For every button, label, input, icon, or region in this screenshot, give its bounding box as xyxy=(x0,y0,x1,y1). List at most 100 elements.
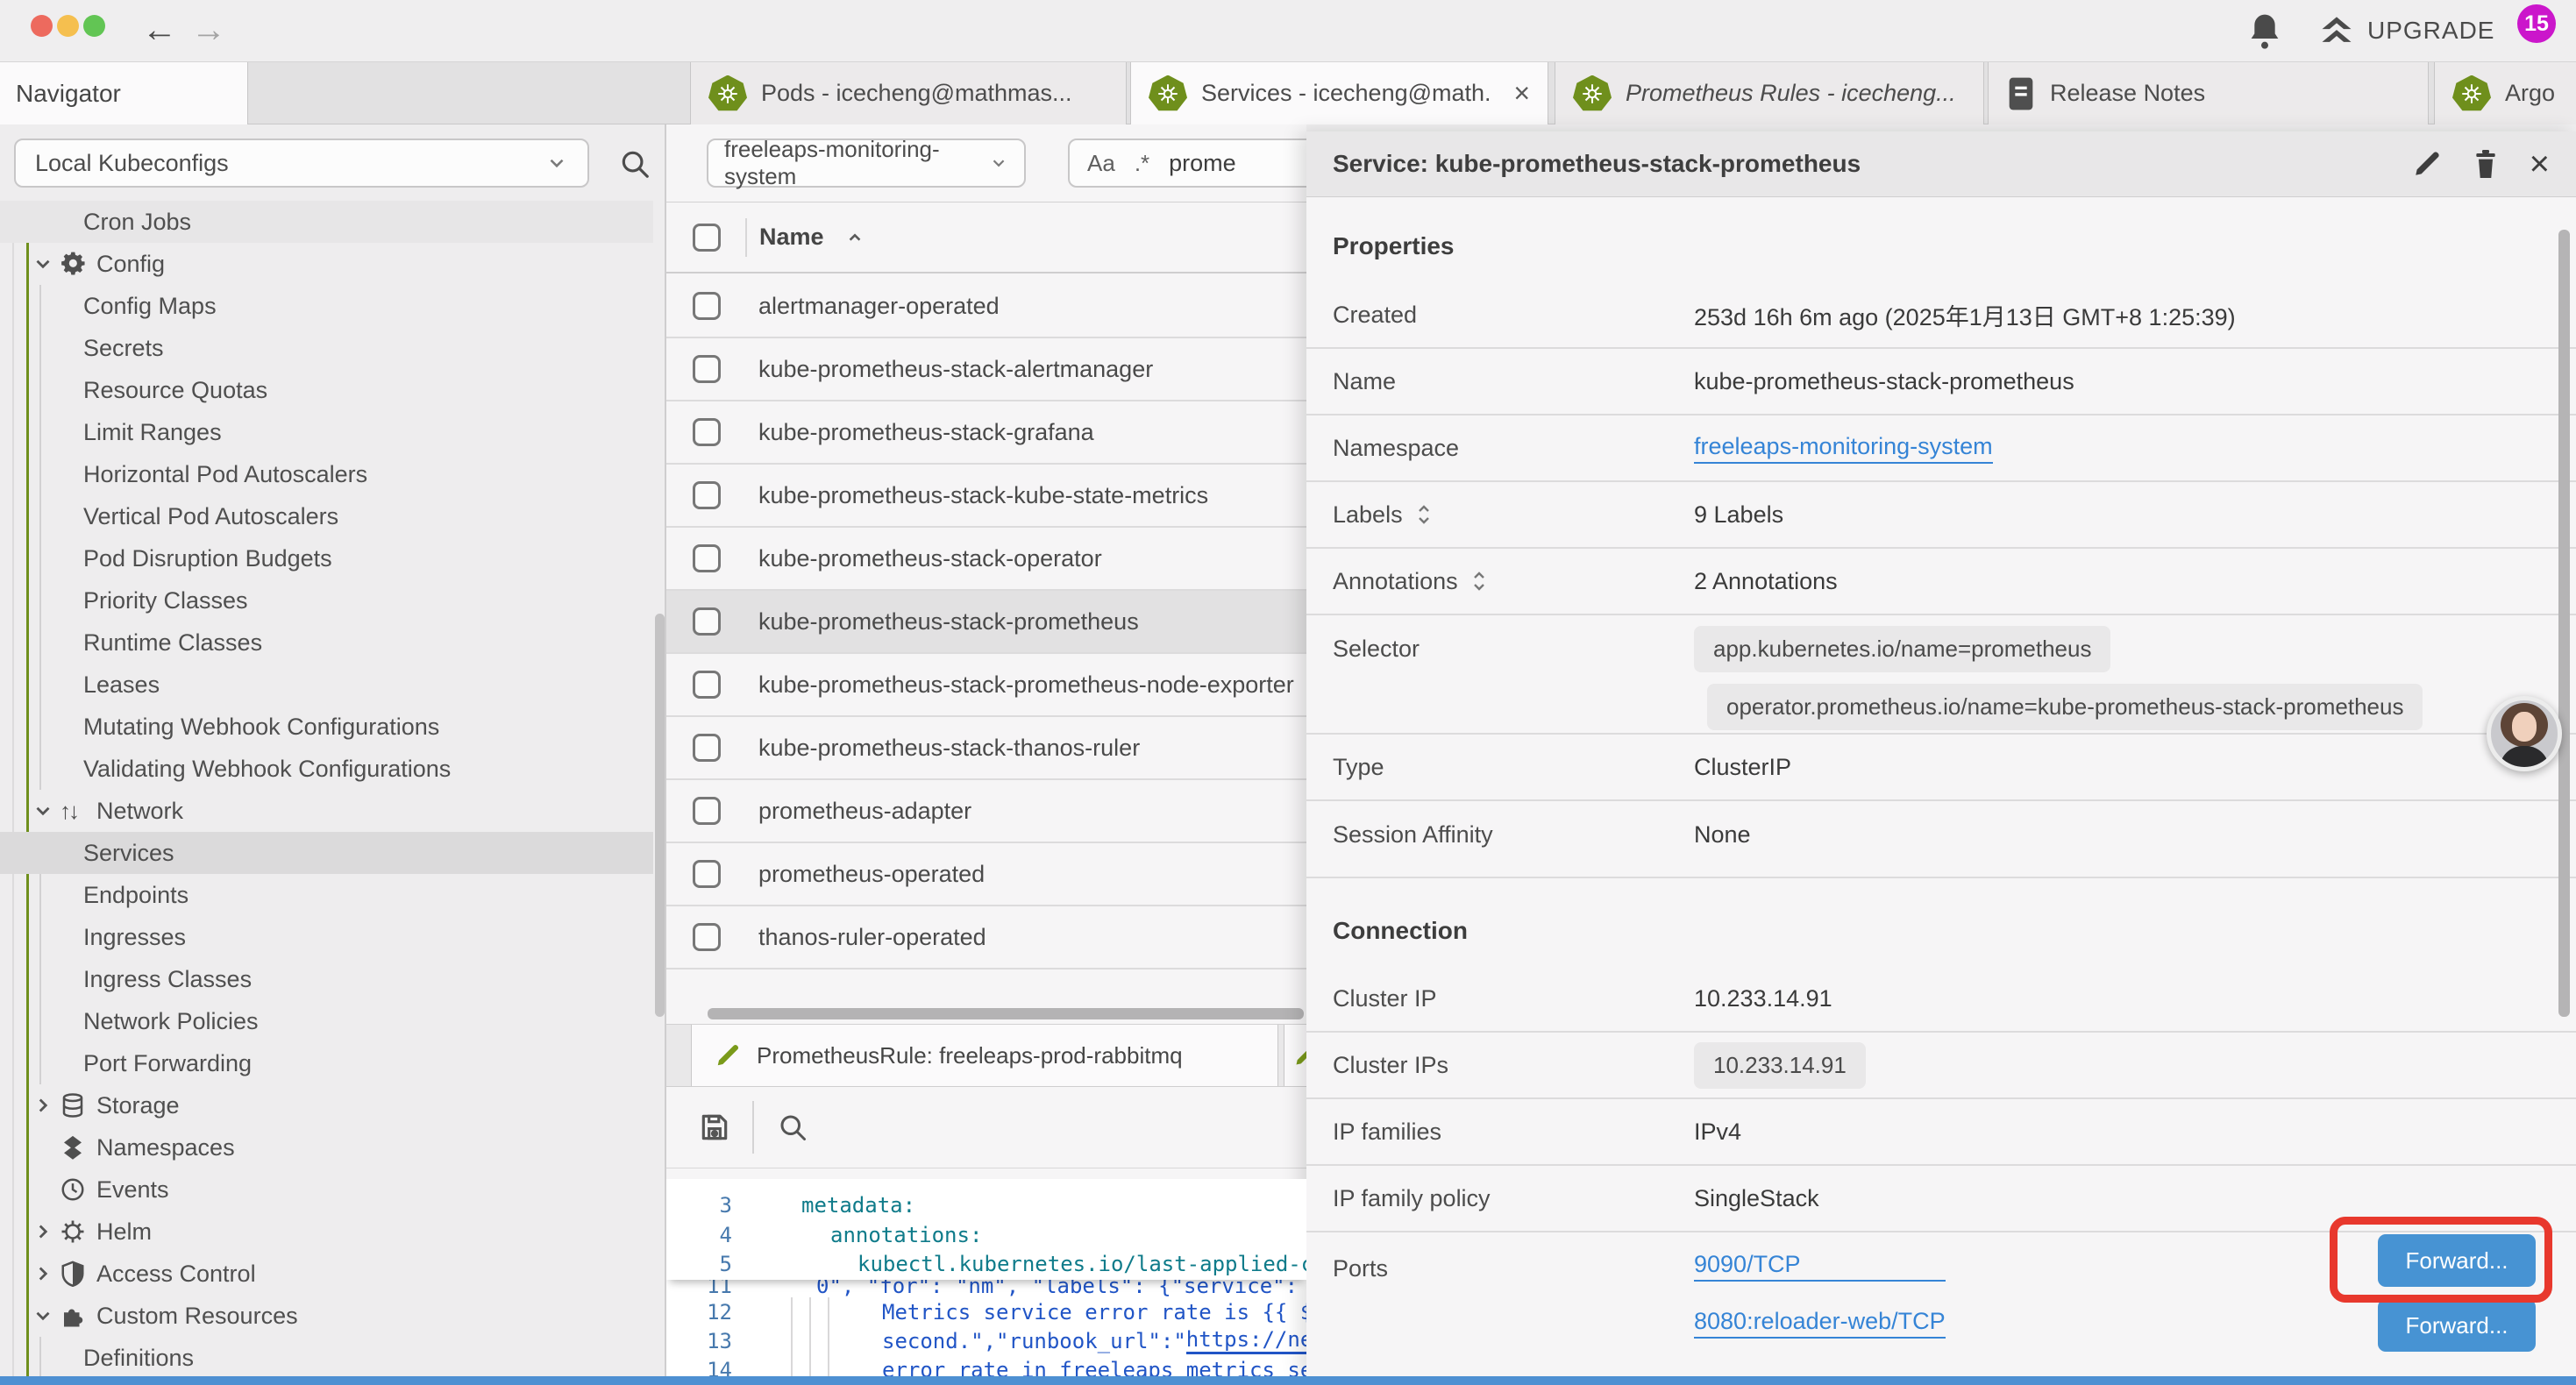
sidebar-item-config[interactable]: Config xyxy=(0,243,653,285)
sidebar-item-port-forwarding[interactable]: Port Forwarding xyxy=(0,1042,653,1084)
port-link-8080-reloader-web[interactable]: 8080:reloader-web/TCP xyxy=(1694,1308,1946,1339)
sidebar-item-leases[interactable]: Leases xyxy=(0,664,653,706)
match-case-icon[interactable]: Aa xyxy=(1087,150,1115,177)
sidebar-item-namespaces[interactable]: Namespaces xyxy=(0,1126,653,1168)
sidebar-item-priority-classes[interactable]: Priority Classes xyxy=(0,579,653,621)
runbook-url-link[interactable]: https://net xyxy=(1186,1327,1306,1354)
notification-count-badge[interactable]: 15 xyxy=(2517,4,2556,43)
sidebar-item-ingress-classes[interactable]: Ingress Classes xyxy=(0,958,653,1000)
table-row[interactable]: kube-prometheus-stack-kube-state-metrics xyxy=(666,465,1306,528)
table-row[interactable]: alertmanager-operated xyxy=(666,275,1306,338)
row-checkbox[interactable] xyxy=(693,734,721,762)
row-checkbox[interactable] xyxy=(693,418,721,446)
select-all-checkbox[interactable] xyxy=(693,224,721,252)
notifications-bell-icon[interactable] xyxy=(2247,11,2282,50)
edit-icon[interactable] xyxy=(2412,149,2442,179)
search-icon[interactable] xyxy=(618,147,651,181)
save-icon[interactable] xyxy=(698,1111,731,1144)
tab-pods[interactable]: Pods - icecheng@mathmas... xyxy=(690,62,1127,124)
row-checkbox[interactable] xyxy=(693,292,721,320)
forward-button[interactable]: → xyxy=(191,7,226,53)
forward-port-button[interactable]: Forward... xyxy=(2378,1299,2536,1352)
row-checkbox[interactable] xyxy=(693,355,721,383)
sort-ascending-icon[interactable] xyxy=(843,226,866,249)
sidebar-item-runtime-classes[interactable]: Runtime Classes xyxy=(0,621,653,664)
avatar[interactable] xyxy=(2487,696,2562,771)
table-row[interactable]: kube-prometheus-stack-prometheus-node-ex… xyxy=(666,654,1306,717)
table-row[interactable]: prometheus-operated xyxy=(666,843,1306,906)
row-checkbox[interactable] xyxy=(693,797,721,825)
sidebar-item-secrets[interactable]: Secrets xyxy=(0,327,653,369)
sidebar-item-validating-webhook-configurations[interactable]: Validating Webhook Configurations xyxy=(0,748,653,790)
sidebar-item-definitions[interactable]: Definitions xyxy=(0,1337,653,1376)
sidebar-item-access-control[interactable]: Access Control xyxy=(0,1253,653,1295)
sidebar-item-pod-disruption-budgets[interactable]: Pod Disruption Budgets xyxy=(0,537,653,579)
close-icon[interactable]: × xyxy=(2530,146,2550,181)
delete-icon[interactable] xyxy=(2472,148,2500,180)
table-row[interactable]: kube-prometheus-stack-alertmanager xyxy=(666,338,1306,401)
editor-tab-next[interactable] xyxy=(1284,1025,1306,1086)
table-row[interactable]: kube-prometheus-stack-grafana xyxy=(666,401,1306,465)
table-row[interactable]: kube-prometheus-stack-prometheus xyxy=(666,591,1306,654)
back-button[interactable]: ← xyxy=(142,7,177,53)
editor-search-icon[interactable] xyxy=(777,1112,808,1143)
namespace-link[interactable]: freeleaps-monitoring-system xyxy=(1694,433,1993,464)
maximize-window-button[interactable] xyxy=(83,15,105,37)
regex-icon[interactable]: .* xyxy=(1135,150,1149,177)
chevron-down-icon[interactable] xyxy=(32,252,60,275)
search-input[interactable]: Aa .* prome xyxy=(1068,138,1306,188)
tab-services[interactable]: Services - icecheng@math... × xyxy=(1130,62,1548,124)
chevron-down-icon[interactable] xyxy=(32,1304,60,1327)
chevron-right-icon[interactable] xyxy=(32,1220,60,1243)
close-tab-icon[interactable]: × xyxy=(1513,77,1530,110)
sidebar-item-services[interactable]: Services xyxy=(0,832,653,874)
sidebar-item-resource-quotas[interactable]: Resource Quotas xyxy=(0,369,653,411)
sidebar-item-storage[interactable]: Storage xyxy=(0,1084,653,1126)
sidebar-item-ingresses[interactable]: Ingresses xyxy=(0,916,653,958)
sidebar-item-mutating-webhook-configurations[interactable]: Mutating Webhook Configurations xyxy=(0,706,653,748)
tab-release-notes[interactable]: Release Notes xyxy=(1988,62,2429,124)
kubeconfig-selector[interactable]: Local Kubeconfigs xyxy=(14,138,589,188)
sidebar-item-vertical-pod-autoscalers[interactable]: Vertical Pod Autoscalers xyxy=(0,495,653,537)
row-checkbox[interactable] xyxy=(693,671,721,699)
sidebar-item-cron-jobs[interactable]: Cron Jobs xyxy=(0,201,653,243)
annotations-count[interactable]: 2 Annotations xyxy=(1694,568,1838,595)
chevron-right-icon[interactable] xyxy=(32,1262,60,1285)
chevron-right-icon[interactable] xyxy=(32,1094,60,1117)
sidebar-item-network-policies[interactable]: Network Policies xyxy=(0,1000,653,1042)
details-scrollbar[interactable] xyxy=(2558,230,2570,1017)
row-checkbox[interactable] xyxy=(693,544,721,572)
sidebar-item-helm[interactable]: Helm xyxy=(0,1211,653,1253)
expand-collapse-icon[interactable] xyxy=(1470,569,1488,593)
sidebar-item-limit-ranges[interactable]: Limit Ranges xyxy=(0,411,653,453)
minimize-window-button[interactable] xyxy=(57,15,79,37)
tab-prometheus-rules[interactable]: Prometheus Rules - icecheng... xyxy=(1555,62,1984,124)
namespace-selector[interactable]: freeleaps-monitoring-system xyxy=(707,138,1026,188)
labels-count[interactable]: 9 Labels xyxy=(1694,501,1783,529)
sidebar-item-custom-resources[interactable]: Custom Resources xyxy=(0,1295,653,1337)
row-checkbox[interactable] xyxy=(693,481,721,509)
navigator-panel-tab[interactable]: Navigator xyxy=(0,62,248,124)
horizontal-scrollbar[interactable] xyxy=(708,1008,1304,1019)
sidebar-item-horizontal-pod-autoscalers[interactable]: Horizontal Pod Autoscalers xyxy=(0,453,653,495)
table-row[interactable]: kube-prometheus-stack-operator xyxy=(666,528,1306,591)
editor-tab-prometheusrule[interactable]: PrometheusRule: freeleaps-prod-rabbitmq xyxy=(691,1025,1278,1086)
port-link-9090[interactable]: 9090/TCP xyxy=(1694,1251,1946,1282)
expand-collapse-icon[interactable] xyxy=(1415,502,1433,527)
sidebar-item-network[interactable]: ↑↓ Network xyxy=(0,790,653,832)
chevron-down-icon[interactable] xyxy=(32,799,60,822)
sidebar-item-events[interactable]: Events xyxy=(0,1168,653,1211)
sidebar-item-config-maps[interactable]: Config Maps xyxy=(0,285,653,327)
sidebar-item-endpoints[interactable]: Endpoints xyxy=(0,874,653,916)
table-row[interactable]: kube-prometheus-stack-thanos-ruler xyxy=(666,717,1306,780)
close-window-button[interactable] xyxy=(31,15,53,37)
row-checkbox[interactable] xyxy=(693,860,721,888)
row-checkbox[interactable] xyxy=(693,923,721,951)
yaml-editor[interactable]: 11 0", "for": "nm", "labels": {"service"… xyxy=(666,1179,1306,1376)
sidebar-scrollbar[interactable] xyxy=(655,614,665,1017)
tab-argo[interactable]: Argo Se xyxy=(2434,62,2576,124)
table-row[interactable]: thanos-ruler-operated xyxy=(666,906,1306,970)
name-column-header[interactable]: Name xyxy=(759,224,824,251)
upgrade-button[interactable]: UPGRADE xyxy=(2316,11,2494,50)
table-row[interactable]: prometheus-adapter xyxy=(666,780,1306,843)
